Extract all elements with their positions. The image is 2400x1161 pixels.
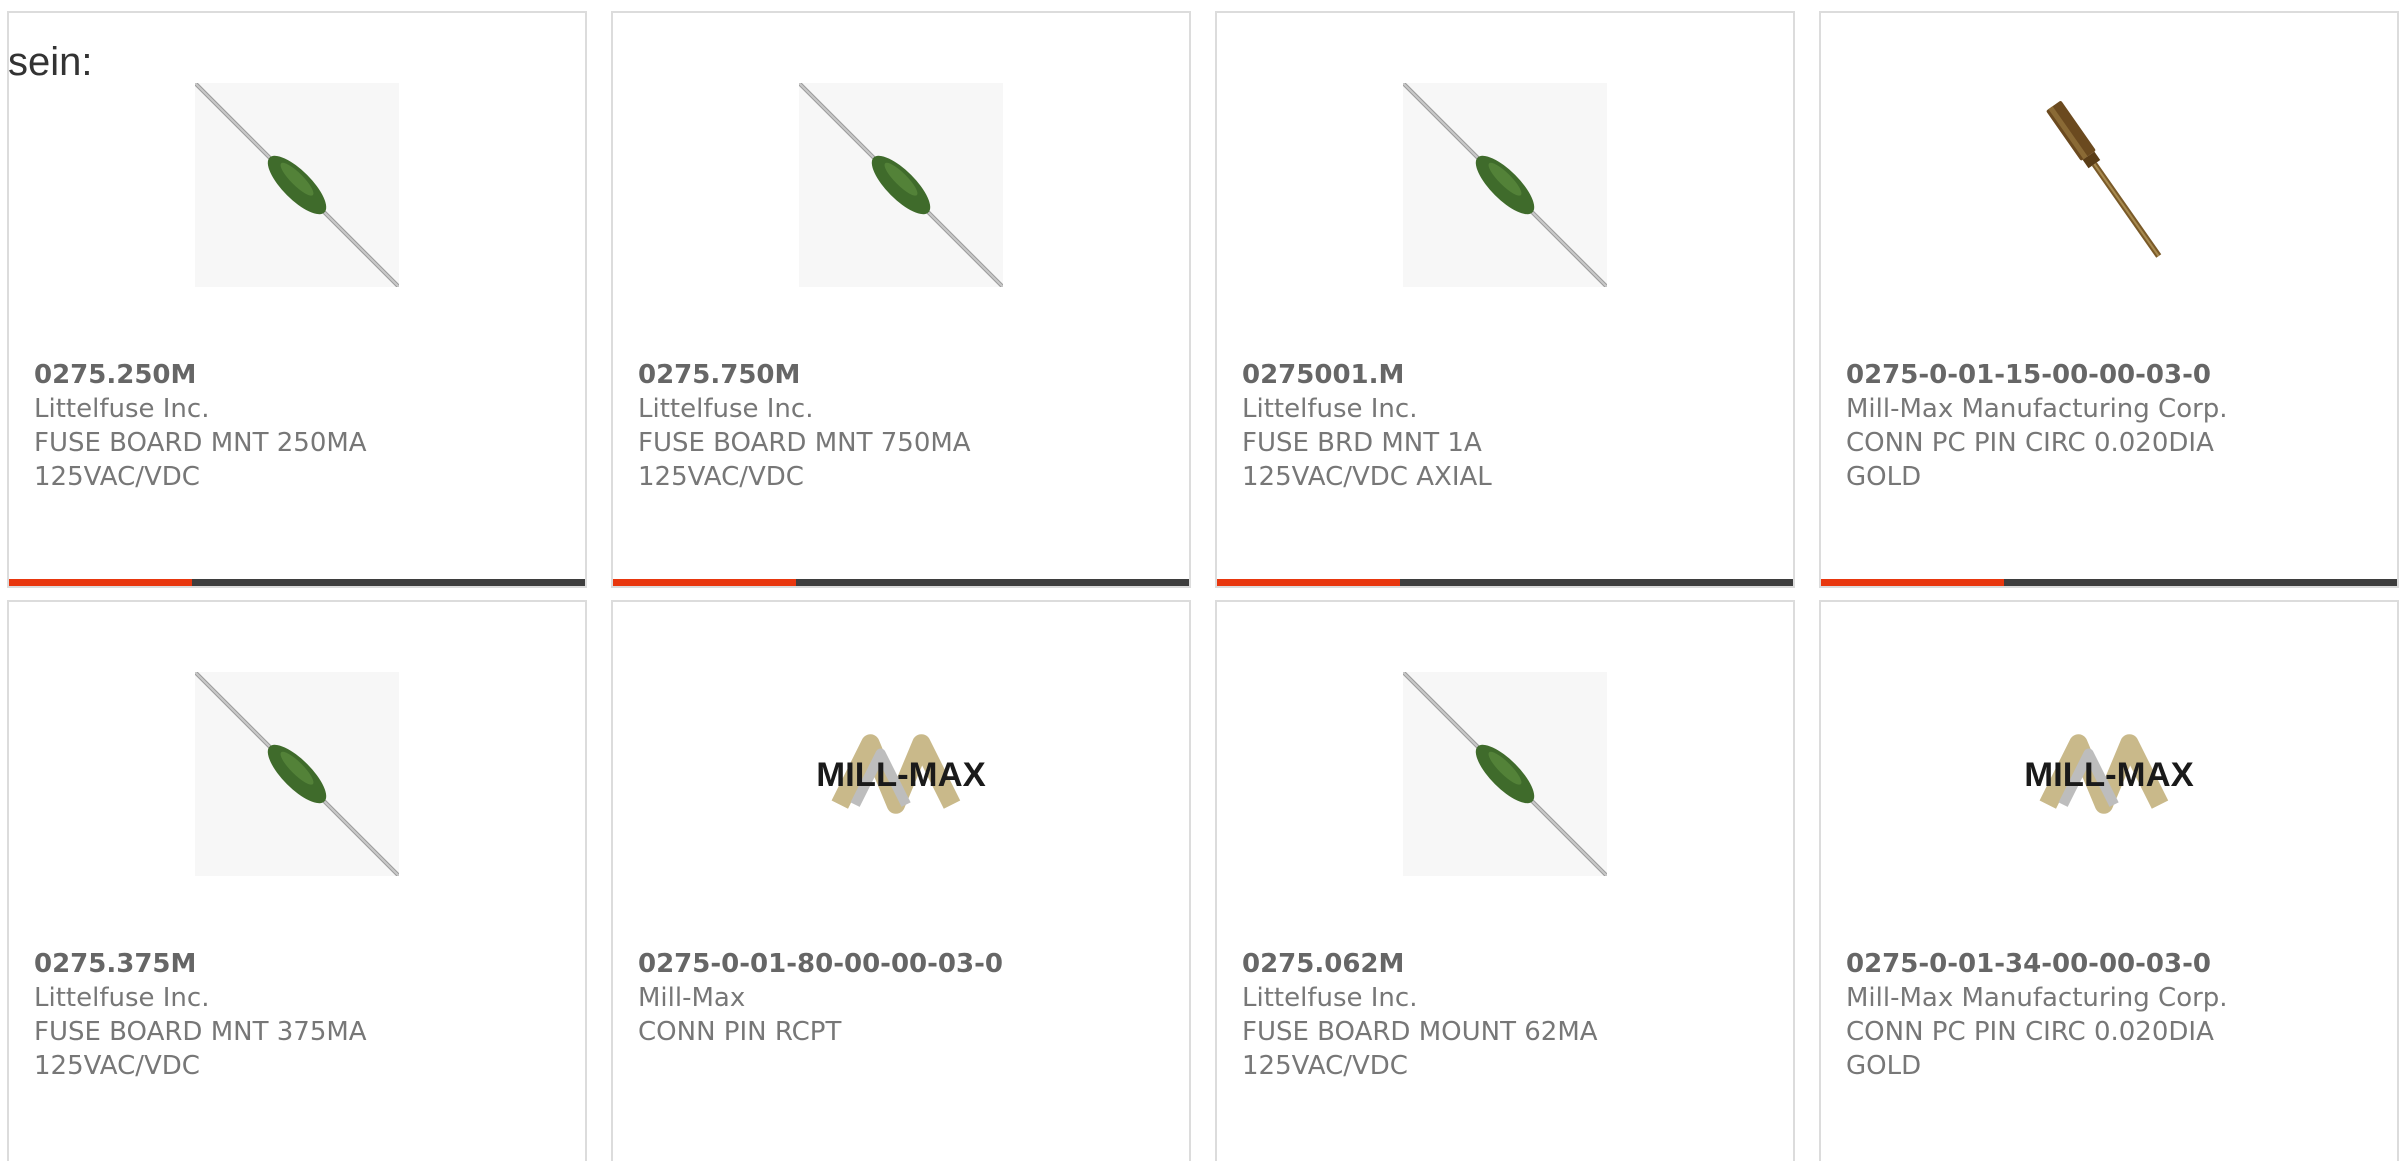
card-accent-segment (1821, 579, 2004, 586)
description: FUSE BOARD MNT 375MA 125VAC/VDC (34, 1017, 367, 1081)
description: FUSE BRD MNT 1A 125VAC/VDC AXIAL (1242, 428, 1492, 492)
card-accent-bar (9, 579, 585, 586)
axial-fuse-image[interactable] (195, 83, 399, 287)
product-card[interactable]: 0275.750M Littelfuse Inc. FUSE BOARD MNT… (611, 11, 1191, 588)
part-number[interactable]: 0275.062M (1242, 947, 1772, 981)
product-info: 0275-0-01-80-00-00-03-0 Mill-Max CONN PI… (638, 947, 1168, 1049)
manufacturer: Littelfuse Inc. (34, 983, 210, 1013)
card-accent-segment (9, 579, 192, 586)
manufacturer: Mill-Max (638, 983, 746, 1013)
card-accent-bar (1821, 579, 2397, 586)
description: FUSE BOARD MNT 250MA 125VAC/VDC (34, 428, 367, 492)
product-grid: 0275.250M Littelfuse Inc. FUSE BOARD MNT… (7, 11, 2400, 1161)
product-card[interactable]: 0275.250M Littelfuse Inc. FUSE BOARD MNT… (7, 11, 587, 588)
axial-fuse-image[interactable] (799, 83, 1003, 287)
axial-fuse-image[interactable] (1403, 83, 1607, 287)
axial-fuse-image[interactable] (195, 672, 399, 876)
mill-max-logo-text: MILL-MAX (2024, 756, 2193, 794)
product-info: 0275.062M Littelfuse Inc. FUSE BOARD MOU… (1242, 947, 1772, 1083)
product-card[interactable]: 0275001.M Littelfuse Inc. FUSE BRD MNT 1… (1215, 11, 1795, 588)
description: FUSE BOARD MOUNT 62MA 125VAC/VDC (1242, 1017, 1598, 1081)
manufacturer: Littelfuse Inc. (1242, 394, 1418, 424)
manufacturer: Littelfuse Inc. (1242, 983, 1418, 1013)
part-number[interactable]: 0275-0-01-34-00-00-03-0 (1846, 947, 2376, 981)
product-info: 0275.375M Littelfuse Inc. FUSE BOARD MNT… (34, 947, 564, 1083)
mill-max-logo[interactable]: MILL-MAX (799, 672, 1003, 876)
description: CONN PIN RCPT (638, 1017, 842, 1047)
product-card[interactable]: MILL-MAX 0275-0-01-34-00-00-03-0 Mill-Ma… (1819, 600, 2399, 1161)
description: CONN PC PIN CIRC 0.020DIA GOLD (1846, 428, 2214, 492)
card-accent-segment (613, 579, 796, 586)
manufacturer: Littelfuse Inc. (638, 394, 814, 424)
manufacturer: Littelfuse Inc. (34, 394, 210, 424)
product-card[interactable]: MILL-MAX 0275-0-01-80-00-00-03-0 Mill-Ma… (611, 600, 1191, 1161)
product-info: 0275001.M Littelfuse Inc. FUSE BRD MNT 1… (1242, 358, 1772, 494)
product-info: 0275-0-01-34-00-00-03-0 Mill-Max Manufac… (1846, 947, 2376, 1083)
manufacturer: Mill-Max Manufacturing Corp. (1846, 983, 2228, 1013)
card-accent-bar (613, 579, 1189, 586)
mill-max-logo[interactable]: MILL-MAX (2007, 672, 2211, 876)
card-accent-segment (1217, 579, 1400, 586)
product-grid-page: sein: 0275.250M Littelfuse Inc. FUSE BOA… (0, 0, 2400, 1161)
pc-pin-image[interactable] (2007, 83, 2211, 287)
part-number[interactable]: 0275.750M (638, 358, 1168, 392)
manufacturer: Mill-Max Manufacturing Corp. (1846, 394, 2228, 424)
product-card[interactable]: 0275-0-01-15-00-00-03-0 Mill-Max Manufac… (1819, 11, 2399, 588)
part-number[interactable]: 0275-0-01-80-00-00-03-0 (638, 947, 1168, 981)
description: CONN PC PIN CIRC 0.020DIA GOLD (1846, 1017, 2214, 1081)
description: FUSE BOARD MNT 750MA 125VAC/VDC (638, 428, 971, 492)
product-card[interactable]: 0275.062M Littelfuse Inc. FUSE BOARD MOU… (1215, 600, 1795, 1161)
product-info: 0275-0-01-15-00-00-03-0 Mill-Max Manufac… (1846, 358, 2376, 494)
product-info: 0275.750M Littelfuse Inc. FUSE BOARD MNT… (638, 358, 1168, 494)
part-number[interactable]: 0275.375M (34, 947, 564, 981)
part-number[interactable]: 0275-0-01-15-00-00-03-0 (1846, 358, 2376, 392)
part-number[interactable]: 0275.250M (34, 358, 564, 392)
mill-max-logo-text: MILL-MAX (816, 756, 985, 794)
part-number[interactable]: 0275001.M (1242, 358, 1772, 392)
intro-text: sein: (8, 40, 93, 84)
product-info: 0275.250M Littelfuse Inc. FUSE BOARD MNT… (34, 358, 564, 494)
card-accent-bar (1217, 579, 1793, 586)
axial-fuse-image[interactable] (1403, 672, 1607, 876)
product-card[interactable]: 0275.375M Littelfuse Inc. FUSE BOARD MNT… (7, 600, 587, 1161)
